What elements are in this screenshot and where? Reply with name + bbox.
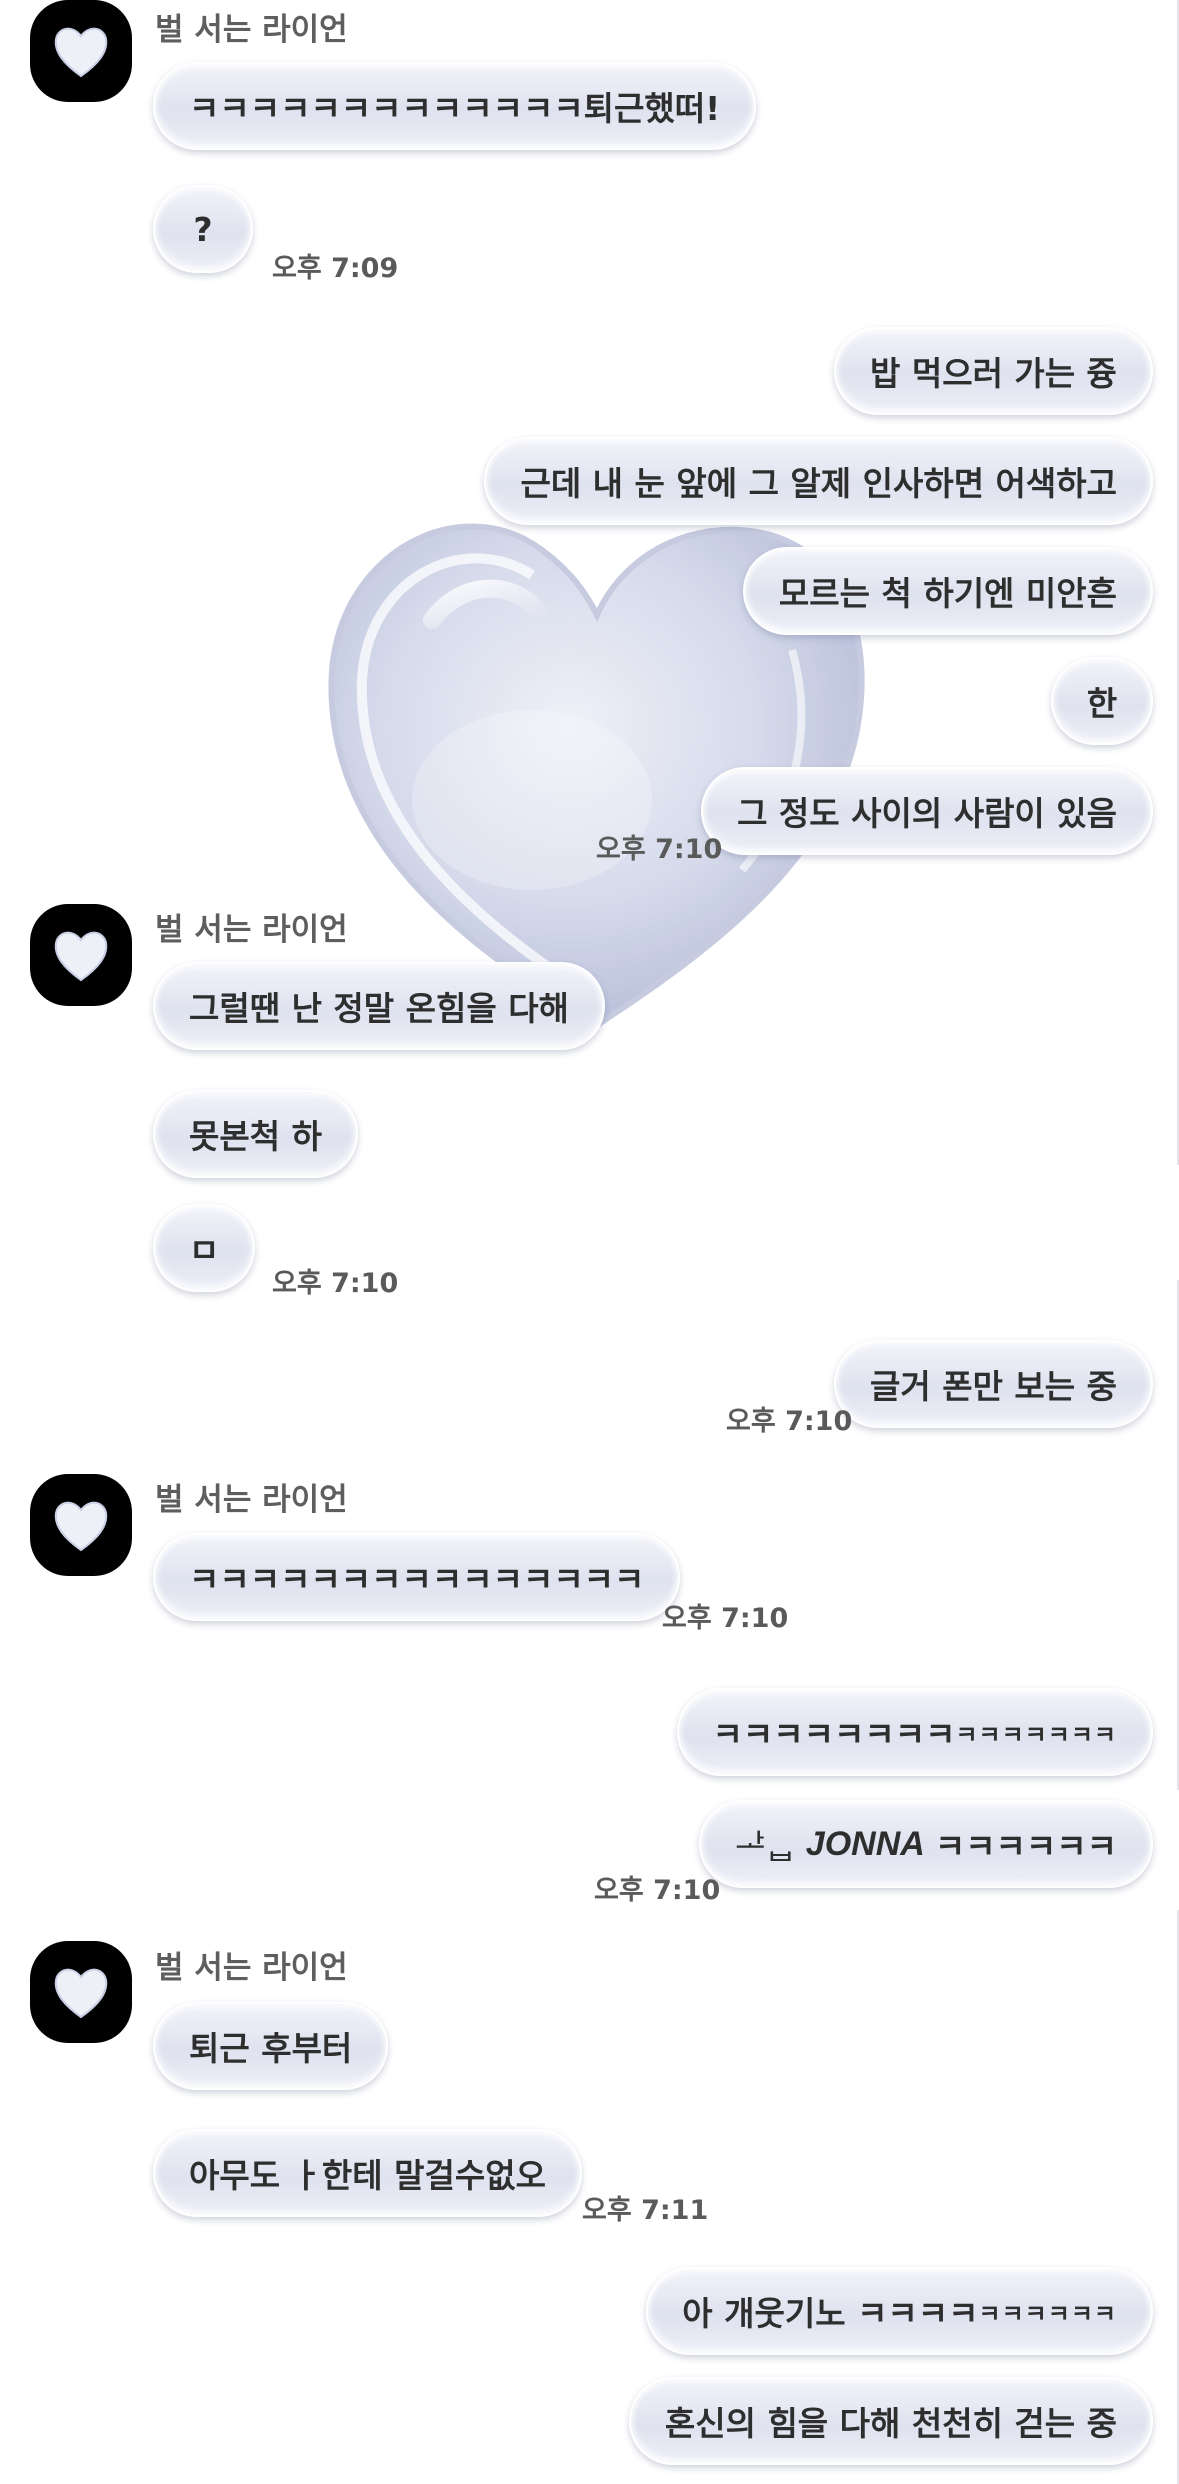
- sender-name: 벌 서는 라이언: [155, 12, 348, 48]
- message-text: ㅋㅋㅋㅋㅋㅋㅋㅋ: [712, 1715, 956, 1754]
- message-bubble[interactable]: 한: [1051, 657, 1153, 745]
- message-text: 퇴근 후부터: [189, 2029, 353, 2068]
- message-text: JONNA: [805, 1824, 925, 1863]
- message-bubble[interactable]: 아무도 ㅏ한테 말걸수없오: [153, 2129, 582, 2217]
- message-time: 오후 7:10: [596, 834, 723, 865]
- message-text: 근데 내 눈 앞에 그 알제 인사하면 어색하고: [520, 464, 1117, 503]
- message-bubble[interactable]: 그럴땐 난 정말 온힘을 다해: [153, 962, 605, 1050]
- avatar[interactable]: [30, 1941, 132, 2043]
- message-bubble[interactable]: 혼신의 힘을 다해 천천히 걷는 중: [628, 2377, 1153, 2465]
- message-text: 아무도 ㅏ한테 말걸수없오: [189, 2156, 546, 2195]
- message-bubble[interactable]: ㅋㅋㅋㅋㅋㅋㅋㅋㅋㅋㅋㅋㅋㅋㅋ: [676, 1688, 1153, 1776]
- message-bubble[interactable]: 글거 폰만 보는 중: [834, 1340, 1153, 1428]
- sender-name: 벌 서는 라이언: [155, 1482, 348, 1518]
- message-text: ㅋㅋㅋㅋㅋㅋㅋㅋㅋㅋㅋㅋㅋㅋㅋ: [189, 1560, 645, 1599]
- message-bubble[interactable]: 그 정도 사이의 사람이 있음: [701, 767, 1153, 855]
- message-text: 혼신의 힘을 다해 천천히 걷는 중: [664, 2404, 1117, 2443]
- message-emoticon: ᅶᆸ: [735, 1827, 796, 1866]
- heart-icon: [54, 1501, 108, 1552]
- message-text-small: ㅋㅋㅋㅋㅋㅋ: [978, 2299, 1117, 2328]
- message-bubble[interactable]: ?: [153, 185, 253, 273]
- message-bubble[interactable]: 퇴근 후부터: [153, 2002, 389, 2090]
- message-text: 모르는 척 하기엔 미안흔: [778, 574, 1117, 613]
- message-time: 오후 7:10: [726, 1406, 853, 1437]
- message-bubble[interactable]: ㅋㅋㅋㅋㅋㅋㅋㅋㅋㅋㅋㅋㅋ퇴근했떠!: [153, 62, 757, 150]
- message-text: 글거 폰만 보는 중: [870, 1367, 1117, 1406]
- avatar[interactable]: [30, 1474, 132, 1576]
- sender-name: 벌 서는 라이언: [155, 1950, 348, 1986]
- heart-icon: [54, 931, 108, 982]
- message-text: ㅋㅋㅋㅋㅋㅋ: [934, 1827, 1117, 1866]
- message-text: 한: [1086, 684, 1118, 723]
- message-bubble[interactable]: 모르는 척 하기엔 미안흔: [742, 547, 1153, 635]
- heart-icon: [54, 1968, 108, 2019]
- message-text: ㅋㅋㅋㅋㅋㅋㅋㅋㅋㅋㅋㅋㅋ퇴근했떠!: [189, 89, 721, 128]
- avatar[interactable]: [30, 904, 132, 1006]
- message-bubble[interactable]: ㅁ: [153, 1204, 255, 1292]
- message-bubble[interactable]: 근데 내 눈 앞에 그 알제 인사하면 어색하고: [484, 437, 1153, 525]
- message-text: ?: [193, 209, 213, 249]
- message-text: 그 정도 사이의 사람이 있음: [737, 794, 1117, 833]
- message-bubble[interactable]: 밥 먹으러 가는 즁: [834, 327, 1153, 415]
- message-text: 못본척 하: [189, 1117, 322, 1156]
- message-time: 오후 7:10: [594, 1875, 721, 1906]
- avatar[interactable]: [30, 0, 132, 102]
- message-text: 밥 먹으러 가는 즁: [870, 354, 1117, 393]
- message-bubble[interactable]: 아 개웃기노 ㅋㅋㅋㅋ ㅋㅋㅋㅋㅋㅋ: [646, 2267, 1153, 2355]
- message-time: 오후 7:10: [662, 1603, 789, 1634]
- message-bubble[interactable]: ㅋㅋㅋㅋㅋㅋㅋㅋㅋㅋㅋㅋㅋㅋㅋ: [153, 1533, 681, 1621]
- message-text: ㅁ: [188, 1231, 220, 1270]
- message-text: 그럴땐 난 정말 온힘을 다해: [189, 989, 569, 1028]
- message-time: 오후 7:09: [272, 253, 399, 284]
- message-text: 아 개웃기노 ㅋㅋㅋㅋ: [682, 2294, 979, 2333]
- sender-name: 벌 서는 라이언: [155, 912, 348, 948]
- message-time: 오후 7:10: [272, 1268, 399, 1299]
- message-bubble[interactable]: 못본척 하: [153, 1090, 358, 1178]
- message-bubble[interactable]: ᅶᆸ JONNA ㅋㅋㅋㅋㅋㅋ: [699, 1800, 1153, 1888]
- heart-icon: [54, 27, 108, 78]
- message-time: 오후 7:11: [582, 2195, 709, 2226]
- message-text-small: ㅋㅋㅋㅋㅋㅋㅋ: [955, 1720, 1117, 1749]
